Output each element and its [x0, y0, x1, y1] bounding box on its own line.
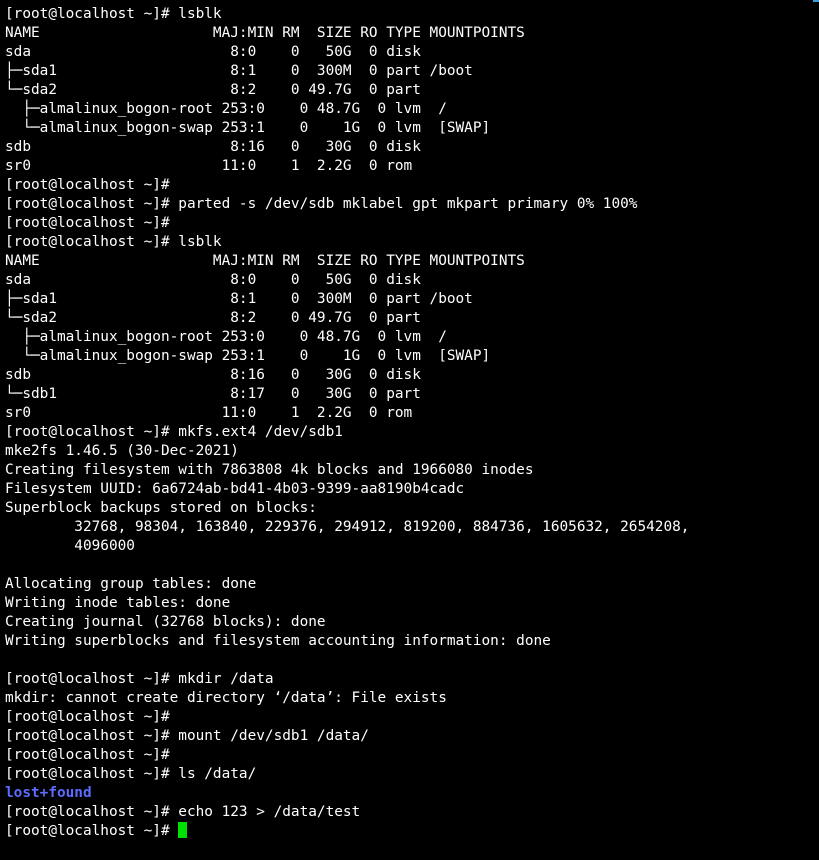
terminal-line: Filesystem UUID: 6a6724ab-bd41-4b03-9399…: [5, 481, 465, 497]
terminal-output: [root@localhost ~]# lsblk NAME MAJ:MIN RM…: [5, 5, 819, 822]
terminal-line: [root@localhost ~]# lsblk: [5, 6, 222, 22]
terminal-line: └─almalinux_bogon-swap 253:1 0 1G 0 lvm …: [5, 348, 491, 364]
terminal-line: Creating journal (32768 blocks): done: [5, 614, 326, 630]
terminal-line: sda 8:0 0 50G 0 disk: [5, 272, 421, 288]
terminal-line: Allocating group tables: done: [5, 576, 257, 592]
terminal-line: └─sda2 8:2 0 49.7G 0 part: [5, 82, 421, 98]
terminal-line: Writing inode tables: done: [5, 595, 231, 611]
terminal-line: [root@localhost ~]#: [5, 177, 170, 193]
terminal-line: [root@localhost ~]#: [5, 215, 170, 231]
terminal-line: sdb 8:16 0 30G 0 disk: [5, 367, 421, 383]
terminal-line: [root@localhost ~]# mount /dev/sdb1 /dat…: [5, 728, 369, 744]
directory-listing-entry: lost+found: [5, 785, 92, 801]
terminal-line: sda 8:0 0 50G 0 disk: [5, 44, 421, 60]
terminal-line: [root@localhost ~]# mkfs.ext4 /dev/sdb1: [5, 424, 343, 440]
terminal-line: [root@localhost ~]#: [5, 709, 170, 725]
text-cursor[interactable]: [178, 822, 188, 838]
terminal-line: └─sdb1 8:17 0 30G 0 part: [5, 386, 421, 402]
terminal-line: [root@localhost ~]# ls /data/: [5, 766, 257, 782]
terminal-line: ├─almalinux_bogon-root 253:0 0 48.7G 0 l…: [5, 101, 447, 117]
terminal-line: sr0 11:0 1 2.2G 0 rom: [5, 158, 413, 174]
window-edge-accent: [813, 0, 819, 2]
terminal-line: ├─sda1 8:1 0 300M 0 part /boot: [5, 291, 473, 307]
terminal-line: NAME MAJ:MIN RM SIZE RO TYPE MOUNTPOINTS: [5, 253, 525, 269]
terminal-line: ├─almalinux_bogon-root 253:0 0 48.7G 0 l…: [5, 329, 447, 345]
terminal-line: sdb 8:16 0 30G 0 disk: [5, 139, 421, 155]
terminal-window[interactable]: [root@localhost ~]# lsblk NAME MAJ:MIN RM…: [0, 0, 819, 860]
prompt-text: [root@localhost ~]#: [5, 823, 179, 839]
terminal-line: [root@localhost ~]# mkdir /data: [5, 671, 274, 687]
terminal-line: [root@localhost ~]#: [5, 747, 170, 763]
terminal-line: 32768, 98304, 163840, 229376, 294912, 81…: [5, 519, 690, 535]
terminal-line: [root@localhost ~]# lsblk: [5, 234, 222, 250]
terminal-line: [root@localhost ~]# echo 123 > /data/tes…: [5, 804, 361, 820]
terminal-line: sr0 11:0 1 2.2G 0 rom: [5, 405, 413, 421]
terminal-line: mke2fs 1.46.5 (30-Dec-2021): [5, 443, 239, 459]
terminal-line: Superblock backups stored on blocks:: [5, 500, 317, 516]
terminal-line: Creating filesystem with 7863808 4k bloc…: [5, 462, 534, 478]
terminal-line: 4096000: [5, 538, 135, 554]
terminal-line: ├─sda1 8:1 0 300M 0 part /boot: [5, 63, 473, 79]
terminal-line: [root@localhost ~]# parted -s /dev/sdb m…: [5, 196, 638, 212]
terminal-line: └─almalinux_bogon-swap 253:1 0 1G 0 lvm …: [5, 120, 491, 136]
terminal-line: Writing superblocks and filesystem accou…: [5, 633, 551, 649]
terminal-prompt-line[interactable]: [root@localhost ~]#: [5, 822, 819, 841]
terminal-line: └─sda2 8:2 0 49.7G 0 part: [5, 310, 421, 326]
terminal-line: NAME MAJ:MIN RM SIZE RO TYPE MOUNTPOINTS: [5, 25, 525, 41]
terminal-line: mkdir: cannot create directory ‘/data’: …: [5, 690, 447, 706]
